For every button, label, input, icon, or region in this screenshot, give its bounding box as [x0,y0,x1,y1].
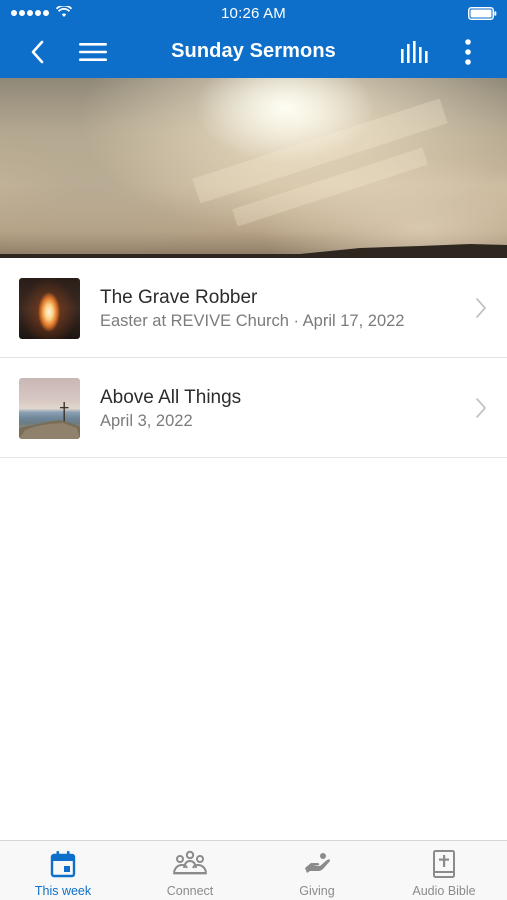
list-item[interactable]: The Grave Robber Easter at REVIVE Church… [0,258,507,358]
list-item[interactable]: Above All Things April 3, 2022 [0,358,507,458]
status-bar: 10:26 AM [0,0,507,26]
chevron-right-icon [476,298,486,318]
tab-this-week[interactable]: This week [0,841,126,900]
audio-levels-icon[interactable] [400,41,430,63]
tab-giving[interactable]: Giving [254,841,380,900]
status-time: 10:26 AM [221,5,286,22]
battery-icon [468,7,497,20]
tab-label: Audio Bible [412,884,476,898]
calendar-icon [50,851,76,878]
bible-icon [433,850,455,878]
tab-bar: This week Connect Giving Audio Bible [0,840,507,900]
hero-sky-image [0,78,507,258]
tab-connect[interactable]: Connect [127,841,253,900]
more-options-icon[interactable] [464,38,472,66]
nav-bar: Sunday Sermons [0,26,507,78]
mountain-cross-image [19,378,80,439]
tab-label: Connect [166,884,214,898]
chevron-right-icon [476,398,486,418]
sermon-title: Above All Things [100,387,242,408]
sermon-subtitle: April 3, 2022 [100,412,193,430]
people-icon [173,850,207,875]
tomb-light-image [19,278,80,339]
tab-audio-bible[interactable]: Audio Bible [381,841,507,900]
tab-label: Giving [299,884,335,898]
mountain-ridge-silhouette [0,244,507,258]
tab-label: This week [34,884,92,898]
sermon-title: The Grave Robber [100,287,258,308]
sermon-subtitle: Easter at REVIVE Church · April 17, 2022 [100,312,405,330]
page-title: Sunday Sermons [171,40,336,62]
hand-giving-icon [305,853,330,873]
sermon-list: The Grave Robber Easter at REVIVE Church… [0,258,507,458]
